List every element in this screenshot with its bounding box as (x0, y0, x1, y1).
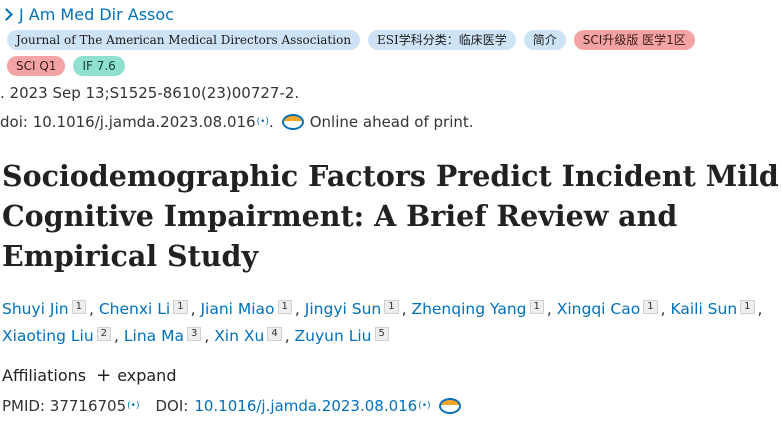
affiliation-ref[interactable]: 1 (384, 300, 399, 314)
affiliation-ref[interactable]: 1 (173, 300, 188, 314)
affiliation-ref[interactable]: 1 (277, 300, 292, 314)
identifiers-row: PMID: 37716705 (•) DOI: 10.1016/j.jamda.… (2, 397, 461, 415)
author-name[interactable]: Xiaoting Liu (2, 327, 94, 345)
citation-text: . 2023 Sep 13;S1525-8610(23)00727-2. (0, 84, 300, 102)
doi-text[interactable]: doi: 10.1016/j.jamda.2023.08.016 (0, 113, 256, 131)
affiliations-toggle[interactable]: Affiliations + expand (2, 365, 176, 386)
affiliation-ref[interactable]: 4 (267, 327, 282, 341)
sci-quartile-badge[interactable]: SCI Q1 (7, 56, 66, 76)
globe-icon[interactable] (281, 114, 304, 130)
expand-label: expand (117, 366, 177, 385)
intro-badge[interactable]: 简介 (523, 30, 566, 50)
author-name[interactable]: Jiani Miao (200, 300, 274, 318)
doi-label: DOI: (155, 397, 189, 415)
author-name[interactable]: Jingyi Sun (305, 300, 381, 318)
globe-icon[interactable] (438, 398, 461, 414)
chevron-right-icon (0, 8, 13, 21)
affiliation-ref[interactable]: 3 (186, 327, 202, 341)
doi-line: doi: 10.1016/j.jamda.2023.08.016 (•) . O… (0, 113, 474, 131)
author-name[interactable]: Lina Ma (124, 327, 184, 345)
external-link-icon: (•) (256, 117, 269, 127)
author-name[interactable]: Kaili Sun (670, 300, 737, 318)
external-link-icon: (•) (127, 401, 140, 411)
affiliation-ref[interactable]: 1 (740, 300, 755, 314)
external-link-icon: (•) (418, 401, 431, 411)
author-item: Lina Ma 3, (123, 327, 215, 345)
journal-badges-row2: SCI Q1 IF 7.6 (7, 56, 125, 76)
author-name[interactable]: Xin Xu (214, 327, 264, 345)
article-title: Sociodemographic Factors Predict Inciden… (2, 159, 779, 273)
author-item: Xiaoting Liu 2, (2, 327, 124, 345)
sci-upgrade-badge[interactable]: SCI升级版 医学1区 (573, 30, 695, 50)
esi-category-badge[interactable]: ESI学科分类：临床医学 (368, 30, 516, 50)
author-item: Chenxi Li 1, (98, 300, 201, 318)
author-item: Jiani Miao 1, (200, 300, 305, 318)
author-item: Xingqi Cao 1, (556, 300, 671, 318)
author-item: Shuyi Jin 1, (2, 300, 99, 318)
pmid-text: PMID: 37716705 (2, 397, 127, 415)
author-name[interactable]: Zuyun Liu (295, 327, 372, 345)
author-name[interactable]: Shuyi Jin (2, 300, 69, 318)
author-item: Jingyi Sun 1, (304, 300, 412, 318)
doi-period: . (268, 113, 274, 131)
author-item: Zhenqing Yang 1, (411, 300, 557, 318)
publication-status: Online ahead of print. (309, 113, 474, 131)
affiliations-label: Affiliations (2, 366, 87, 385)
author-name[interactable]: Chenxi Li (99, 300, 170, 318)
doi-link[interactable]: 10.1016/j.jamda.2023.08.016 (194, 397, 417, 415)
authors-list: Shuyi Jin 1, Chenxi Li 1, Jiani Miao 1, Jin… (2, 296, 780, 350)
affiliation-ref[interactable]: 1 (71, 300, 86, 314)
journal-badges-row1: Journal of The American Medical Director… (7, 30, 695, 50)
affiliation-ref[interactable]: 1 (529, 300, 544, 314)
affiliation-ref[interactable]: 5 (374, 327, 389, 341)
affiliation-ref[interactable]: 1 (643, 300, 658, 314)
affiliation-ref[interactable]: 2 (96, 327, 112, 341)
journal-link[interactable]: J Am Med Dir Assoc (0, 5, 174, 24)
author-item: Kaili Sun 1, (670, 300, 763, 318)
author-name[interactable]: Zhenqing Yang (411, 300, 526, 318)
journal-fullname-badge[interactable]: Journal of The American Medical Director… (7, 30, 361, 50)
author-item: Zuyun Liu 5 (295, 327, 392, 345)
author-name[interactable]: Xingqi Cao (557, 300, 640, 318)
journal-name[interactable]: J Am Med Dir Assoc (19, 5, 174, 24)
impact-factor-badge[interactable]: IF 7.6 (73, 56, 125, 76)
plus-icon: + (96, 365, 112, 386)
author-item: Xin Xu 4, (214, 327, 295, 345)
